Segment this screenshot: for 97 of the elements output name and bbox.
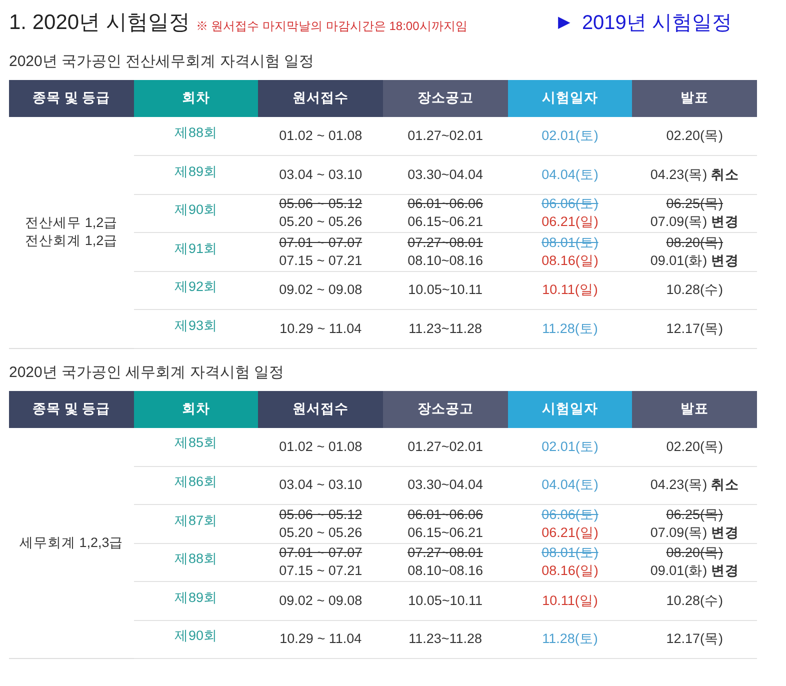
date-text: 10.28(수) xyxy=(666,281,724,300)
category-text: 전산세무 1,2급 xyxy=(25,214,118,232)
round-text: 제88회 xyxy=(174,124,218,140)
date-text: 09.02 ~ 09.08 xyxy=(279,281,362,300)
category-text: 세무회계 1,2,3급 xyxy=(19,534,124,552)
date-text: 06.25(목) xyxy=(666,195,724,214)
date-text: 06.01~06.06 xyxy=(408,506,484,524)
date-text: 07.09(목) 변경 xyxy=(650,213,739,232)
date-text: 05.20 ~ 05.26 xyxy=(279,213,362,232)
date-text: 11.28(토) xyxy=(542,630,598,648)
date-text: 10.11(일) xyxy=(542,592,598,610)
date-text: 08.01(토) xyxy=(542,544,598,562)
date-text: 08.16(일) xyxy=(542,562,598,580)
date-text: 12.17(목) xyxy=(666,630,724,648)
round-text: 제87회 xyxy=(174,512,218,528)
column-header: 시험일자 xyxy=(508,390,632,428)
round-text: 제85회 xyxy=(174,435,218,450)
date-text: 07.15 ~ 07.21 xyxy=(279,562,362,580)
column-header: 회차 xyxy=(134,80,258,117)
date-text: 01.27~02.01 xyxy=(408,438,484,456)
round-text: 제93회 xyxy=(174,318,218,333)
column-header: 종목 및 등급 xyxy=(9,390,134,428)
date-text: 03.30~04.04 xyxy=(408,476,484,494)
date-text: 12.17(목) xyxy=(666,320,724,338)
date-text: 03.04 ~ 03.10 xyxy=(279,476,362,494)
date-text: 07.27~08.01 xyxy=(408,544,484,562)
date-text: 11.23~11.28 xyxy=(408,320,482,338)
round-text: 제91회 xyxy=(174,240,218,256)
round-text: 제89회 xyxy=(174,164,218,179)
date-text: 06.01~06.06 xyxy=(408,195,484,214)
date-text: 06.06(토) xyxy=(542,506,598,524)
column-header: 회차 xyxy=(134,390,258,428)
page-title: 1. 2020년 시험일정 xyxy=(9,10,190,36)
column-header: 장소공고 xyxy=(382,390,508,428)
date-text: 08.10~08.16 xyxy=(408,252,484,270)
date-text: 03.04 ~ 03.10 xyxy=(279,166,362,184)
date-text: 05.20 ~ 05.26 xyxy=(279,524,362,542)
date-text: 05.06 ~ 05.12 xyxy=(279,506,362,524)
date-text: 08.01(토) xyxy=(542,234,598,252)
round-text: 제89회 xyxy=(174,590,218,605)
column-header: 종목 및 등급 xyxy=(9,80,134,117)
column-header: 시험일자 xyxy=(508,80,632,117)
date-text: 07.27~08.01 xyxy=(408,234,484,252)
column-header: 원서접수 xyxy=(258,80,383,117)
date-text: 04.23(목) 취소 xyxy=(650,476,739,494)
date-text: 07.01 ~ 07.07 xyxy=(279,234,362,252)
date-text: 10.29 ~ 11.04 xyxy=(280,630,362,648)
section-title: 2020년 국가공인 전산세무회계 자격시험 일정 xyxy=(9,52,316,72)
date-text: 10.05~10.11 xyxy=(408,281,483,300)
deadline-notice: ※ 원서접수 마지막날의 마감시간은 18:00시까지임 xyxy=(196,18,468,35)
round-text: 제90회 xyxy=(174,202,218,218)
date-text: 04.04(토) xyxy=(542,476,598,494)
date-text: 11.23~11.28 xyxy=(408,630,482,648)
date-text: 06.15~06.21 xyxy=(408,213,484,232)
date-text: 06.25(목) xyxy=(666,506,724,524)
date-text: 03.30~04.04 xyxy=(408,166,484,184)
round-text: 제88회 xyxy=(174,551,218,566)
section-title: 2020년 국가공인 세무회계 자격시험 일정 xyxy=(9,362,286,382)
date-text: 08.20(목) xyxy=(666,234,724,252)
date-text: 10.29 ~ 11.04 xyxy=(280,320,362,338)
column-header: 발표 xyxy=(632,390,757,428)
column-header: 원서접수 xyxy=(258,390,383,428)
date-text: 04.04(토) xyxy=(542,166,598,184)
date-text: 01.27~02.01 xyxy=(408,127,484,145)
date-text: 06.06(토) xyxy=(542,195,598,214)
date-text: 02.20(목) xyxy=(666,438,724,456)
date-text: 01.02 ~ 01.08 xyxy=(279,438,362,456)
date-text: 07.01 ~ 07.07 xyxy=(279,544,362,562)
date-text: 08.10~08.16 xyxy=(408,562,484,580)
round-text: 제90회 xyxy=(174,628,218,644)
round-text: 제86회 xyxy=(174,474,218,490)
date-text: 10.11(일) xyxy=(542,281,598,300)
date-text: 02.01(토) xyxy=(542,438,598,456)
date-text: 07.09(목) 변경 xyxy=(650,524,739,542)
date-text: 06.21(일) xyxy=(542,524,598,542)
date-text: 10.28(수) xyxy=(666,592,724,610)
date-text: 02.01(토) xyxy=(542,127,598,145)
category-text: 전산회계 1,2급 xyxy=(25,232,118,250)
previous-year-link[interactable]: ▶ 2019년 시험일정 xyxy=(558,8,732,38)
date-text: 06.15~06.21 xyxy=(408,524,484,542)
date-text: 04.23(목) 취소 xyxy=(650,166,739,184)
date-text: 10.05~10.11 xyxy=(408,592,483,610)
date-text: 11.28(토) xyxy=(542,320,598,338)
arrow-icon: ▶ xyxy=(558,11,570,35)
date-text: 06.21(일) xyxy=(542,213,598,232)
date-text: 08.16(일) xyxy=(542,252,598,270)
column-header: 발표 xyxy=(632,80,757,117)
date-text: 09.02 ~ 09.08 xyxy=(279,592,362,610)
date-text: 07.15 ~ 07.21 xyxy=(279,252,362,270)
date-text: 05.06 ~ 05.12 xyxy=(279,195,362,214)
date-text: 01.02 ~ 01.08 xyxy=(279,127,362,145)
date-text: 02.20(목) xyxy=(666,127,724,145)
date-text: 09.01(화) 변경 xyxy=(650,252,739,270)
date-text: 08.20(목) xyxy=(666,544,724,562)
date-text: 09.01(화) 변경 xyxy=(650,562,739,580)
column-header: 장소공고 xyxy=(382,80,508,117)
round-text: 제92회 xyxy=(174,279,218,294)
